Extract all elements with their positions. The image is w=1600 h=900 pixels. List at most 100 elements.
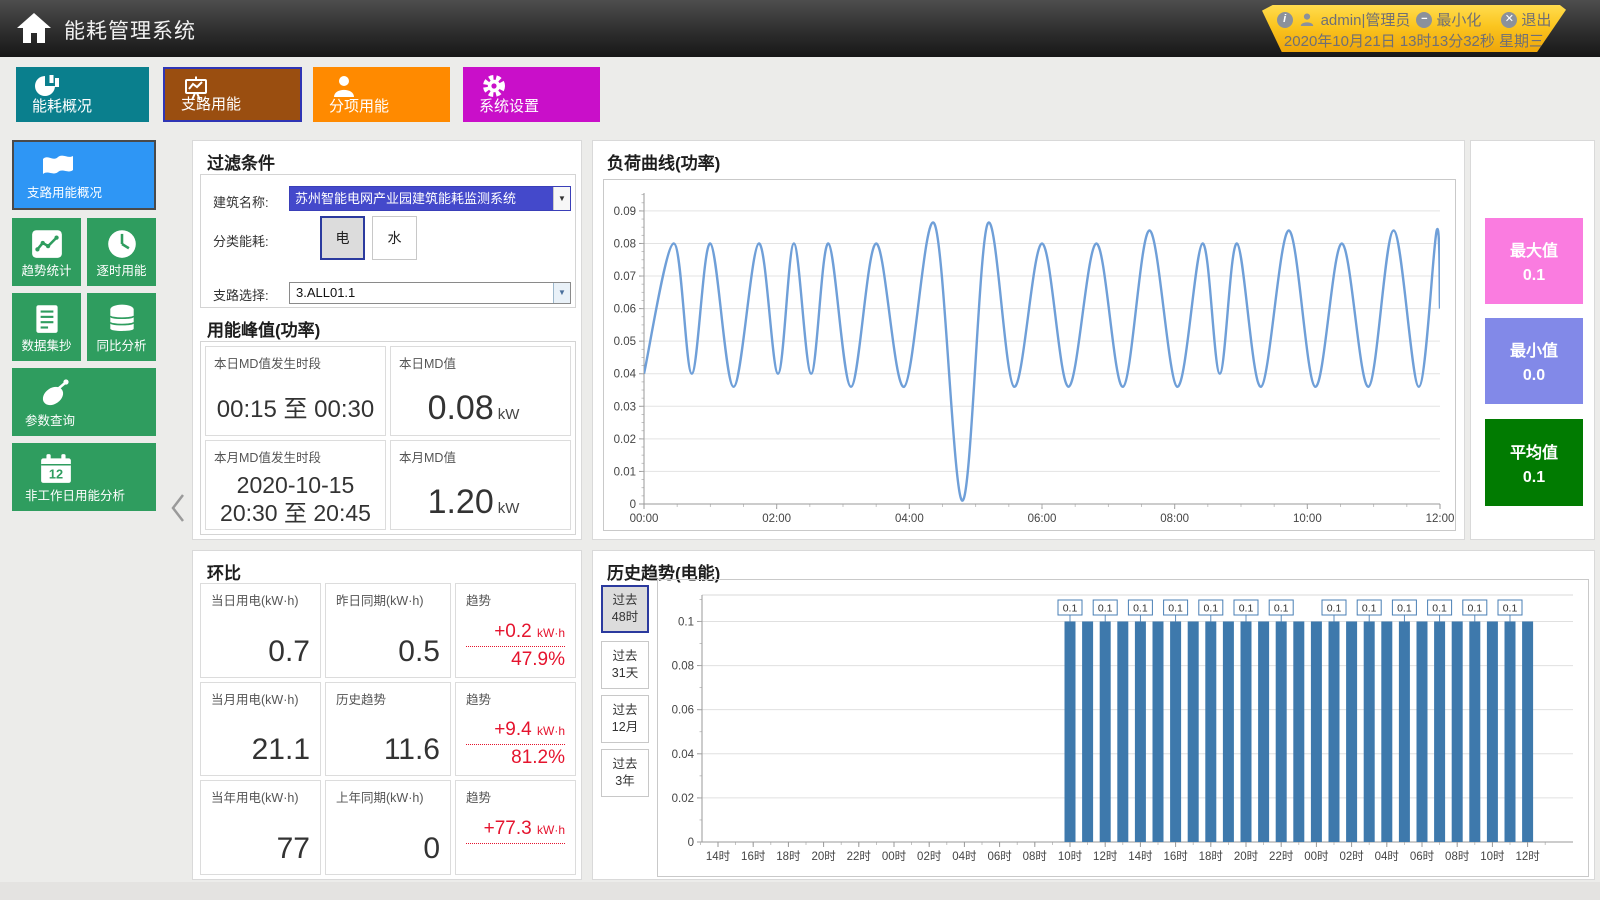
database-icon [105, 302, 139, 336]
svg-text:0.1: 0.1 [1397, 603, 1412, 615]
sidebar-item-label: 逐时用能 [87, 260, 156, 279]
minimize-button[interactable]: − 最小化 [1416, 9, 1481, 30]
today-md-value: 0.08kW [391, 389, 556, 428]
history-bar [1293, 621, 1304, 842]
topbar: 能耗管理系统 i admin|管理员 − 最小化 ✕ 退出 2020年10月21… [0, 0, 1600, 57]
info-icon[interactable]: i [1277, 12, 1293, 28]
svg-text:12:00: 12:00 [1426, 513, 1455, 525]
category-button-electric[interactable]: 电 [320, 216, 365, 260]
svg-text:14时: 14时 [1128, 850, 1153, 863]
svg-text:0: 0 [688, 837, 694, 849]
svg-text:0.07: 0.07 [614, 271, 636, 283]
period-button-12m[interactable]: 过去12月 [601, 695, 649, 743]
history-bar [1188, 621, 1199, 842]
category-button-water[interactable]: 水 [372, 216, 417, 260]
sidebar-item-hourly-energy[interactable]: 逐时用能 [87, 218, 156, 286]
filter-title: 过滤条件 [207, 149, 275, 174]
history-bar [1434, 621, 1445, 842]
chevron-down-icon[interactable]: ▼ [553, 283, 570, 303]
period-button-3y[interactable]: 过去3年 [601, 749, 649, 797]
sidebar-item-branch-overview[interactable]: 支路用能概况 [12, 140, 156, 210]
period-button-48h[interactable]: 过去48时 [601, 585, 649, 633]
svg-text:0.04: 0.04 [672, 749, 695, 761]
svg-text:0.06: 0.06 [672, 705, 694, 717]
sidebar-item-yoy-analysis[interactable]: 同比分析 [87, 293, 156, 361]
sidebar-item-trend-stats[interactable]: 趋势统计 [12, 218, 81, 286]
history-bar [1329, 621, 1340, 842]
building-label: 建筑名称: [213, 192, 269, 211]
svg-text:0.03: 0.03 [614, 401, 636, 413]
sidebar-item-label: 数据集抄 [12, 335, 81, 354]
tab-label: 支路用能 [181, 93, 241, 114]
tab-energy-overview[interactable]: 能耗概况 [16, 67, 149, 122]
tab-branch-energy[interactable]: 支路用能 [163, 67, 302, 122]
user-name: admin|管理员 [1321, 9, 1411, 30]
tab-label: 系统设置 [479, 95, 539, 116]
sidebar-item-label: 参数查询 [25, 410, 156, 429]
chevron-down-icon[interactable]: ▼ [553, 187, 570, 210]
svg-text:08时: 08时 [1445, 850, 1470, 863]
category-label: 分类能耗: [213, 231, 269, 250]
peak-title: 用能峰值(功率) [207, 316, 320, 341]
svg-text:0.05: 0.05 [614, 336, 636, 348]
svg-text:0: 0 [630, 499, 636, 511]
svg-text:00:00: 00:00 [630, 513, 659, 525]
banner-icon [38, 151, 78, 181]
svg-text:0.02: 0.02 [614, 434, 636, 446]
svg-text:06时: 06时 [987, 850, 1012, 863]
month-md-value: 1.20kW [391, 483, 556, 522]
svg-text:10:00: 10:00 [1293, 513, 1322, 525]
home-icon[interactable] [14, 8, 54, 48]
ring-cell-month-usage: 当月用电(kW·h)21.1 [200, 682, 321, 777]
svg-text:02时: 02时 [917, 850, 942, 863]
peak-box: 本日MD值发生时段 00:15 至 00:30 本日MD值 0.08kW 本月M… [200, 341, 576, 535]
minimize-icon: − [1416, 12, 1432, 28]
history-bar [1205, 621, 1216, 842]
history-bar [1135, 621, 1146, 842]
load-curve-line [644, 222, 1440, 500]
svg-text:0.1: 0.1 [1274, 603, 1289, 615]
sidebar-item-parameter-query[interactable]: 参数查询 [12, 368, 156, 436]
sidebar-item-label: 同比分析 [87, 335, 156, 354]
branch-select[interactable]: 3.ALL01.1 ▼ [289, 282, 571, 304]
history-bar [1346, 621, 1357, 842]
svg-text:0.06: 0.06 [614, 304, 636, 316]
user-badge: i admin|管理员 − 最小化 ✕ 退出 2020年10月21日 13时13… [1262, 5, 1566, 52]
tab-subitem-energy[interactable]: 分项用能 [313, 67, 450, 122]
load-curve-chart: 00.010.020.030.040.050.060.070.080.0900:… [604, 180, 1455, 530]
history-bar [1381, 621, 1392, 842]
svg-text:04:00: 04:00 [895, 513, 924, 525]
tab-system-settings[interactable]: 系统设置 [463, 67, 600, 122]
svg-text:0.1: 0.1 [1362, 603, 1377, 615]
history-bar [1505, 621, 1516, 842]
user-badge-row1: i admin|管理员 − 最小化 ✕ 退出 [1262, 9, 1566, 30]
sidebar-item-data-reading[interactable]: 数据集抄 [12, 293, 81, 361]
user-icon [1299, 12, 1315, 28]
svg-text:14时: 14时 [706, 850, 731, 863]
building-select[interactable]: 苏州智能电网产业园建筑能耗监测系统 ▼ [289, 186, 571, 211]
svg-text:06时: 06时 [1410, 850, 1435, 863]
svg-text:12时: 12时 [1515, 850, 1540, 863]
tab-label: 分项用能 [329, 95, 389, 116]
svg-text:22时: 22时 [1269, 850, 1294, 863]
sidebar-item-label: 支路用能概况 [27, 182, 154, 201]
history-bar [1469, 621, 1480, 842]
sidebar-item-nonworkday-analysis[interactable]: 12 非工作日用能分析 [12, 443, 156, 511]
svg-text:0.09: 0.09 [614, 206, 636, 218]
ring-cell-day-usage: 当日用电(kW·h)0.7 [200, 583, 321, 678]
ring-title: 环比 [207, 559, 241, 584]
svg-text:10时: 10时 [1058, 850, 1083, 863]
period-button-31d[interactable]: 过去31天 [601, 641, 649, 689]
history-bar [1153, 621, 1164, 842]
calendar-icon: 12 [36, 452, 76, 486]
svg-text:0.1: 0.1 [1467, 603, 1482, 615]
logout-button[interactable]: ✕ 退出 [1501, 9, 1551, 30]
history-bar [1399, 621, 1410, 842]
history-bar [1258, 621, 1269, 842]
svg-text:00时: 00时 [882, 850, 907, 863]
svg-text:0.01: 0.01 [614, 466, 636, 478]
svg-text:0.08: 0.08 [614, 238, 636, 250]
sidebar-collapse-chevron[interactable] [170, 492, 186, 524]
ring-cell-month-trend: 趋势 +9.4 kW·h 81.2% [455, 682, 576, 777]
svg-text:0.1: 0.1 [1203, 603, 1218, 615]
